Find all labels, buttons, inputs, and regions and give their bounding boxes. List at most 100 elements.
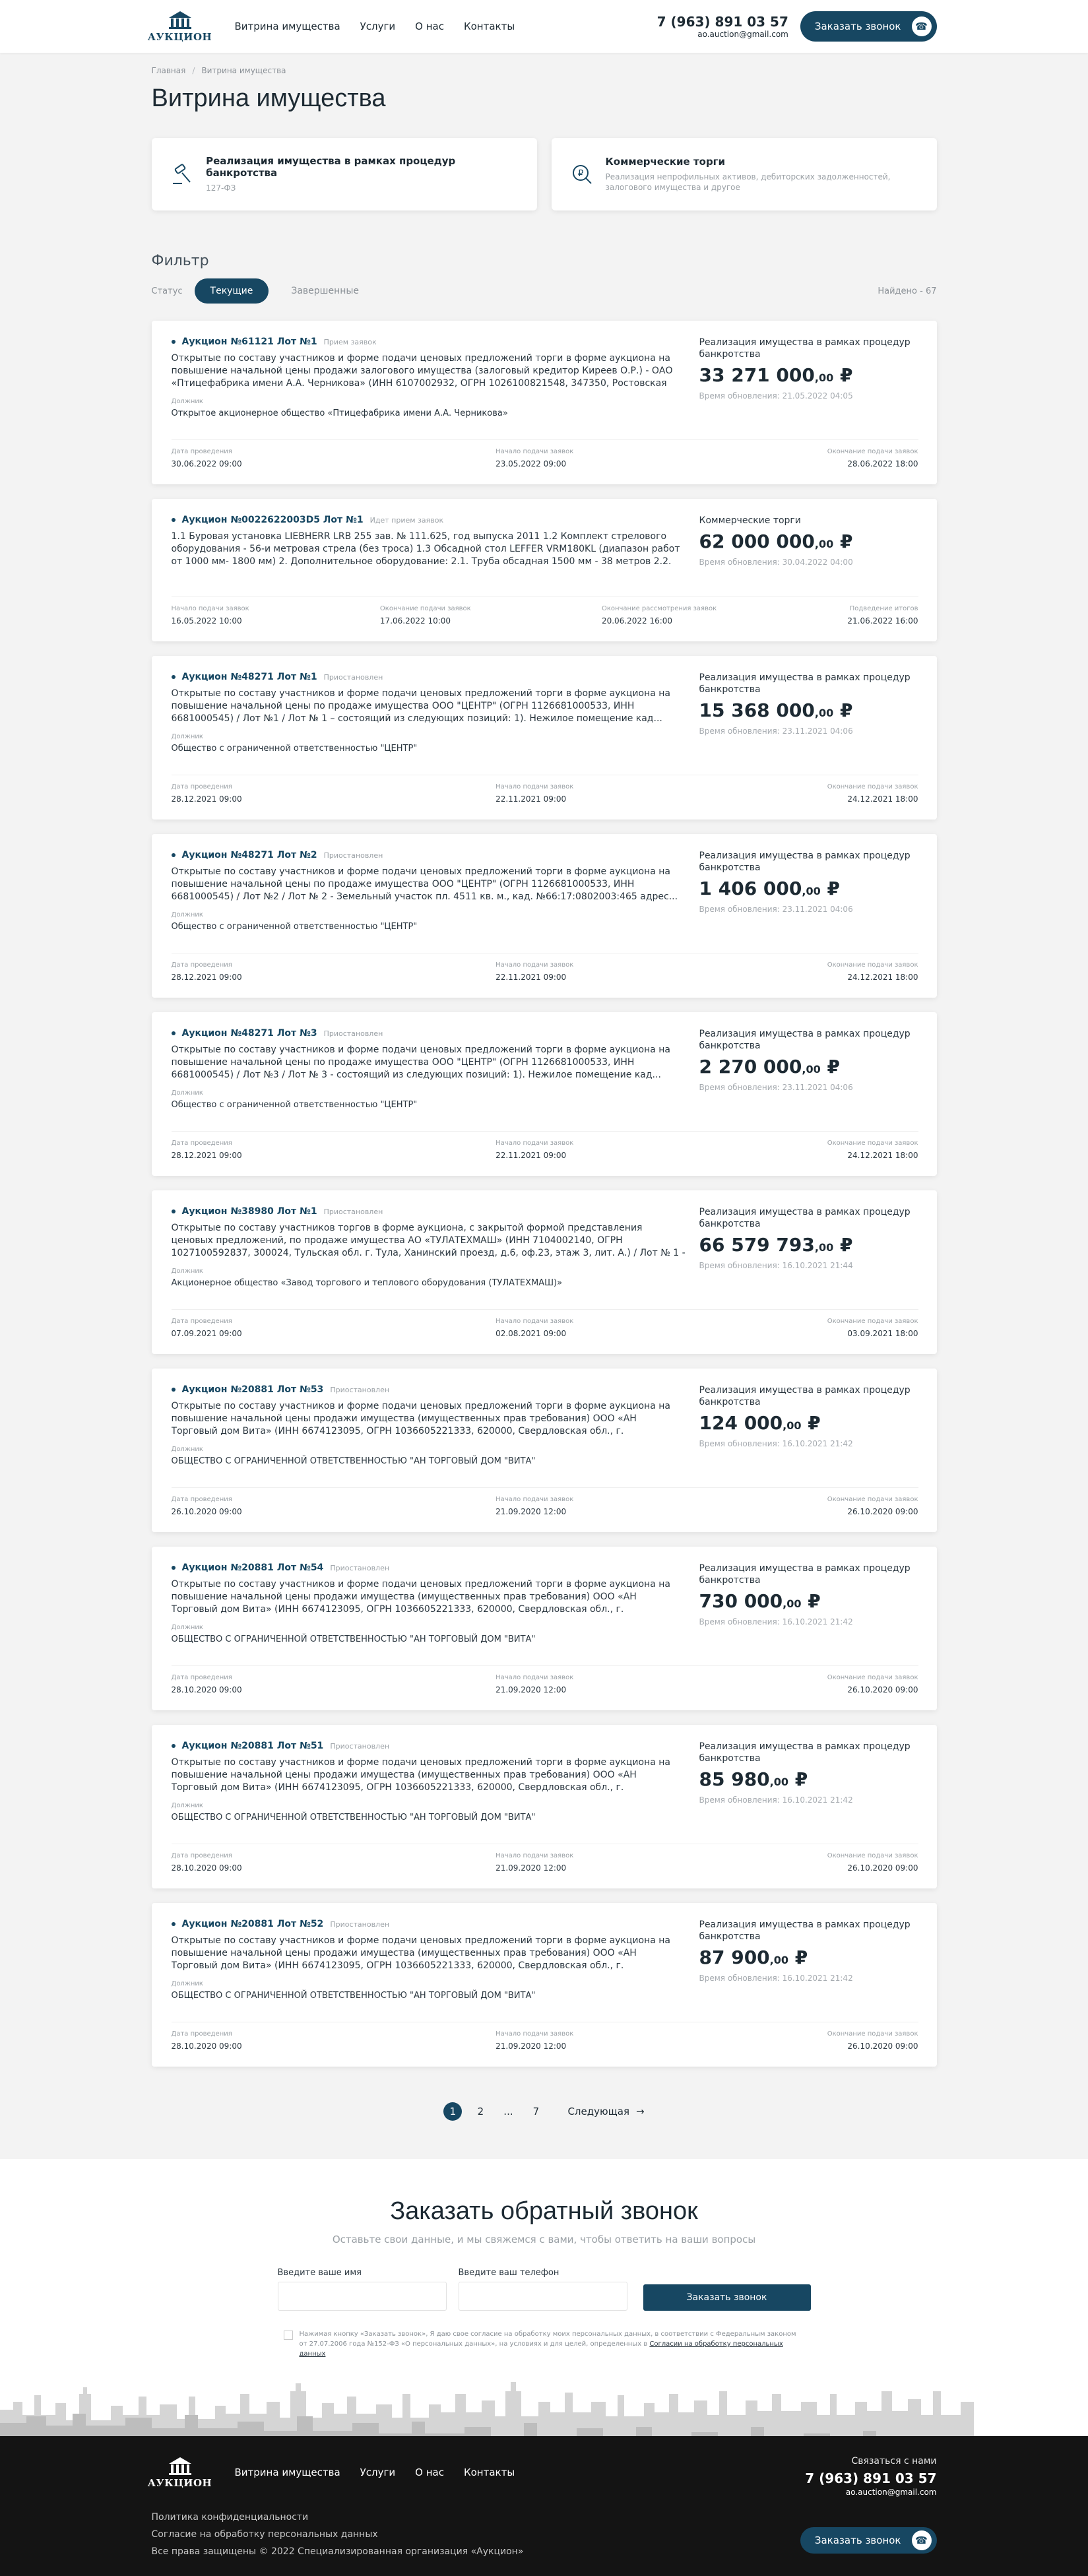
breadcrumb-separator: /	[192, 66, 195, 75]
lot-updated: Время обновления: 16.10.2021 21:42	[699, 1795, 853, 1805]
date-label: Окончание подачи заявок	[827, 1674, 918, 1681]
category-bankruptcy[interactable]: Реализация имущества в рамках процедур б…	[151, 138, 537, 210]
lot-number[interactable]: Аукцион №38980 Лот №1	[182, 1206, 317, 1217]
footer-nav-services[interactable]: Услуги	[360, 2466, 395, 2478]
lot-card[interactable]: Аукцион №20881 Лот №51 Приостановлен Откр…	[151, 1725, 937, 1888]
status-dot	[171, 1388, 176, 1392]
lot-number[interactable]: Аукцион №48271 Лот №2	[182, 850, 317, 860]
footer-email[interactable]: ao.auction@gmail.com	[805, 2488, 937, 2497]
name-input[interactable]	[277, 2282, 447, 2311]
footer-phone[interactable]: 7 (963) 891 03 57	[805, 2470, 936, 2486]
lot-card[interactable]: Аукцион №48271 Лот №2 Приостановлен Откры…	[151, 834, 937, 998]
logo-building-icon	[168, 2457, 191, 2475]
order-call-button[interactable]: Заказать звонок ☎	[800, 11, 937, 42]
phone-input[interactable]	[458, 2282, 627, 2311]
price-main: 1 406 000	[699, 878, 802, 899]
tab-current[interactable]: Текущие	[194, 278, 269, 304]
status-dot	[171, 675, 176, 679]
nav-about[interactable]: О нас	[415, 20, 444, 32]
price-cents: ,00	[814, 371, 834, 384]
footer-order-call-button[interactable]: Заказать звонок ☎	[800, 2527, 937, 2554]
date-label: Окончание подачи заявок	[827, 1496, 918, 1503]
lot-card[interactable]: Аукцион №48271 Лот №1 Приостановлен Откры…	[151, 656, 937, 820]
logo[interactable]: АУКЦИОН	[148, 10, 212, 43]
lot-card[interactable]: Аукцион №20881 Лот №53 Приостановлен Откр…	[151, 1368, 937, 1532]
header-phone[interactable]: 7 (963) 891 03 57	[657, 14, 788, 30]
date-value: 28.06.2022 18:00	[847, 459, 918, 468]
nav-contacts[interactable]: Контакты	[464, 20, 515, 32]
date-value: 17.06.2022 10:00	[379, 616, 451, 626]
privacy-policy-link[interactable]: Политика конфиденциальности	[152, 2509, 937, 2526]
breadcrumb-home[interactable]: Главная	[152, 66, 186, 75]
date-value: 26.10.2020 09:00	[171, 1507, 242, 1516]
tab-completed[interactable]: Завершенные	[275, 278, 375, 304]
price-cents: ,00	[802, 885, 821, 897]
currency: ₽	[808, 1412, 821, 1434]
callback-subtitle: Оставьте свои данные, и мы свяжемся с ва…	[332, 2234, 756, 2245]
city-skyline-illustration	[0, 2382, 974, 2436]
page-1[interactable]: 1	[443, 2102, 463, 2121]
status-dot	[171, 1209, 176, 1213]
footer-nav-contacts[interactable]: Контакты	[464, 2466, 515, 2478]
debtor-name: ОБЩЕСТВО С ОГРАНИЧЕННОЙ ОТВЕТСТВЕННОСТЬЮ…	[171, 1456, 536, 1466]
date-value: 26.10.2020 09:00	[847, 1507, 918, 1516]
footer-nav-about[interactable]: О нас	[415, 2466, 444, 2478]
page-2[interactable]: 2	[471, 2102, 490, 2121]
lot-number[interactable]: Аукцион №20881 Лот №54	[182, 1562, 324, 1573]
nav-showcase[interactable]: Витрина имущества	[235, 20, 340, 32]
lot-status: Идет прием заявок	[369, 515, 444, 525]
lot-card[interactable]: Аукцион №20881 Лот №52 Приостановлен Откр…	[151, 1903, 937, 2067]
lot-number[interactable]: Аукцион №0022622003D5 Лот №1	[182, 515, 364, 525]
debtor-label: Должник	[171, 733, 203, 740]
nav-services[interactable]: Услуги	[360, 20, 395, 32]
lot-status: Приостановлен	[330, 1385, 390, 1394]
lot-updated: Время обновления: 16.10.2021 21:44	[699, 1261, 853, 1270]
lot-number[interactable]: Аукцион №20881 Лот №51	[182, 1741, 324, 1751]
lot-number[interactable]: Аукцион №20881 Лот №53	[182, 1384, 324, 1395]
page-7[interactable]: 7	[527, 2102, 545, 2121]
lot-updated: Время обновления: 16.10.2021 21:42	[699, 1617, 853, 1626]
lot-number[interactable]: Аукцион №48271 Лот №3	[182, 1028, 317, 1039]
date-label: Начало подачи заявок	[496, 1852, 574, 1859]
date-label: Окончание подачи заявок	[827, 961, 918, 969]
date-label: Окончание подачи заявок	[827, 1852, 918, 1859]
callback-submit-button[interactable]: Заказать звонок	[643, 2284, 811, 2311]
lot-card[interactable]: Аукцион №0022622003D5 Лот №1 Идет прием з…	[151, 499, 937, 641]
date-value: 28.10.2020 09:00	[171, 1863, 242, 1873]
lot-type: Реализация имущества в рамках процедур б…	[699, 1207, 911, 1229]
lot-number[interactable]: Аукцион №48271 Лот №1	[182, 672, 317, 682]
category-commercial[interactable]: ₽ Коммерческие торги Реализация непрофил…	[551, 138, 937, 210]
next-page-button[interactable]: Следующая →	[567, 2106, 644, 2117]
lot-card[interactable]: Аукцион №38980 Лот №1 Приостановлен Откры…	[151, 1190, 937, 1354]
lot-card[interactable]: Аукцион №48271 Лот №3 Приостановлен Откры…	[151, 1012, 937, 1176]
date-label: Начало подачи заявок	[496, 1140, 574, 1147]
category-cards: Реализация имущества в рамках процедур б…	[151, 138, 937, 210]
footer-nav-showcase[interactable]: Витрина имущества	[235, 2466, 340, 2478]
price-main: 66 579 793	[699, 1234, 815, 1256]
date-value: 21.09.2020 12:00	[496, 1863, 567, 1873]
lot-card[interactable]: Аукцион №61121 Лот №1 Прием заявок Открыт…	[151, 321, 937, 484]
lot-card[interactable]: Аукцион №20881 Лот №54 Приостановлен Откр…	[151, 1547, 937, 1710]
header-email[interactable]: ao.auction@gmail.com	[657, 30, 788, 39]
currency: ₽	[827, 1056, 840, 1078]
lot-number[interactable]: Аукцион №61121 Лот №1	[182, 337, 317, 347]
date-label: Начало подачи заявок	[171, 605, 249, 612]
lot-price: 33 271 000,00 ₽	[699, 364, 918, 386]
lot-dates: Дата проведения 28.10.2020 09:00 Начало п…	[171, 1844, 918, 1873]
lot-updated: Время обновления: 23.11.2021 04:06	[699, 726, 853, 736]
currency: ₽	[839, 531, 853, 552]
footer-logo[interactable]: АУКЦИОН	[148, 2456, 212, 2489]
lot-description: Открытые по составу участников и форме п…	[171, 1045, 671, 1080]
filter-bar: Статус Текущие Завершенные Найдено - 67	[152, 278, 937, 304]
category-subtitle: 127-ФЗ	[206, 183, 236, 193]
consent-checkbox[interactable]	[283, 2331, 293, 2340]
lot-number[interactable]: Аукцион №20881 Лот №52	[182, 1919, 324, 1929]
lot-dates: Дата проведения 28.10.2020 09:00 Начало п…	[171, 1665, 918, 1694]
date-value: 07.09.2021 09:00	[171, 1329, 242, 1338]
date-label: Окончание подачи заявок	[827, 1140, 918, 1147]
logo-text: АУКЦИОН	[147, 2477, 212, 2489]
site-footer: АУКЦИОН Витрина имущества Услуги О нас К…	[0, 2436, 1088, 2576]
lot-status: Приостановлен	[323, 851, 383, 860]
date-value: 16.05.2022 10:00	[171, 616, 242, 626]
status-dot	[171, 518, 176, 522]
